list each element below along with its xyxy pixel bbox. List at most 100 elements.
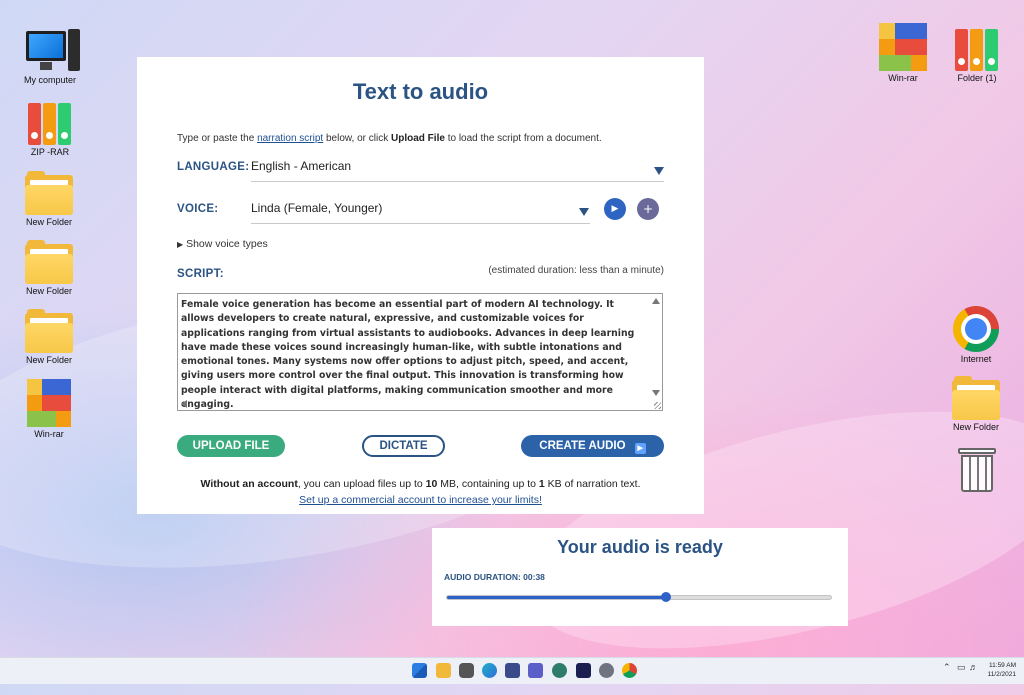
desktop-icon-new-folder[interactable]: New Folder — [14, 171, 84, 227]
folder-icon — [952, 376, 1000, 420]
desktop-icon-win-rar[interactable]: Win-rar — [868, 23, 938, 83]
resize-grip-icon[interactable] — [654, 402, 661, 409]
settings-icon[interactable] — [599, 663, 614, 678]
desktop-icon-folder-1[interactable]: Folder (1) — [942, 27, 1012, 83]
network-icon[interactable]: ▭ — [957, 662, 966, 673]
page-title: Text to audio — [352, 79, 489, 104]
audio-progress-knob[interactable] — [660, 592, 671, 602]
binders-icon — [955, 27, 999, 71]
binders-icon — [28, 101, 72, 145]
desktop-icon-new-folder[interactable]: New Folder — [941, 376, 1011, 432]
play-icon: ▶ — [634, 443, 646, 454]
desktop-icon-new-folder[interactable]: New Folder — [14, 309, 84, 365]
chrome-icon — [953, 306, 999, 352]
clock-time: 11:59 AM — [989, 662, 1016, 669]
store-icon[interactable] — [505, 663, 520, 678]
voice-label: VOICE: — [177, 203, 219, 215]
folder-icon — [25, 171, 73, 215]
language-select-value: English - American — [251, 159, 352, 173]
intro-text-part: below, or click — [323, 133, 392, 144]
clock[interactable]: 11:59 AM 11/2/2021 — [988, 661, 1016, 679]
audio-ready-panel: Your audio is ready AUDIO DURATION: 00:3… — [432, 528, 848, 626]
clock-date: 11/2/2021 — [987, 671, 1016, 678]
chevron-up-icon[interactable]: ⌃ — [943, 662, 951, 673]
desktop-icon-recycle-bin[interactable] — [942, 448, 1012, 492]
limits-text: , you can upload files up to — [297, 478, 426, 490]
folder-icon — [25, 240, 73, 284]
intro-text: Type or paste the narration script below… — [177, 133, 602, 144]
desktop-icon-win-rar[interactable]: Win-rar — [14, 379, 84, 439]
folder-icon — [25, 309, 73, 353]
vertical-scrollbar[interactable] — [650, 294, 662, 410]
voice-select-value: Linda (Female, Younger) — [251, 201, 383, 215]
desktop-icon-label: ZIP -RAR — [30, 147, 70, 157]
script-text: Female voice generation has become an es… — [181, 299, 635, 411]
app-icon[interactable] — [576, 663, 591, 678]
add-voice-button[interactable]: + — [637, 198, 659, 220]
create-audio-button[interactable]: CREATE AUDIO ▶ — [521, 435, 664, 457]
desktop-icon-label: New Folder — [25, 355, 72, 365]
winrar-icon — [27, 379, 71, 427]
desktop-icon-label: New Folder — [25, 217, 72, 227]
commercial-note: Set up a commercial account to increase … — [137, 494, 704, 506]
limits-text: MB, containing up to — [437, 478, 539, 490]
audio-ready-title: Your audio is ready — [557, 537, 723, 557]
language-select[interactable]: English - American — [251, 159, 664, 182]
audio-progress-slider[interactable] — [446, 592, 832, 602]
start-icon[interactable] — [412, 663, 427, 678]
desktop-icon-label: New Folder — [25, 286, 72, 296]
narration-script-link[interactable]: narration script — [257, 133, 323, 144]
limits-note: Without an account, you can upload files… — [137, 478, 704, 490]
dictate-button[interactable]: DICTATE — [362, 435, 445, 457]
scroll-up-icon[interactable] — [652, 298, 660, 304]
limits-text-bold: 10 — [425, 478, 438, 490]
intro-text-bold: Upload File — [391, 133, 445, 144]
intro-text-part: Type or paste the — [177, 133, 258, 144]
desktop-icon-label: Win-rar — [888, 73, 918, 83]
intro-text-part: to load the script from a document. — [444, 133, 602, 144]
desktop-icon-label: New Folder — [952, 422, 999, 432]
desktop-icon-zip-rar[interactable]: ZIP -RAR — [15, 101, 85, 157]
desktop-icon-my-computer[interactable]: My computer — [15, 29, 85, 85]
teams-icon[interactable] — [528, 663, 543, 678]
recycle-bin-icon — [958, 448, 996, 492]
desktop-icon-internet[interactable]: Internet — [941, 306, 1011, 364]
script-textarea[interactable]: Female voice generation has become an es… — [177, 293, 663, 411]
volume-icon[interactable]: ♬ — [969, 662, 978, 672]
camera-icon[interactable] — [459, 663, 474, 678]
desktop-icon-label: Folder (1) — [957, 73, 997, 83]
desktop-icon-new-folder[interactable]: New Folder — [14, 240, 84, 296]
chevron-down-icon[interactable] — [654, 167, 664, 175]
edge-icon[interactable] — [482, 663, 497, 678]
computer-icon — [26, 29, 80, 73]
file-explorer-icon[interactable] — [436, 663, 451, 678]
language-label: LANGUAGE: — [177, 161, 250, 173]
commercial-account-link[interactable]: Set up a commercial account to increase … — [299, 494, 542, 506]
triangle-right-icon: ▶ — [177, 240, 184, 249]
show-voice-types-toggle[interactable]: ▶ Show voice types — [177, 238, 268, 250]
maps-icon[interactable] — [552, 663, 567, 678]
winrar-icon — [879, 23, 927, 71]
plus-icon: + — [642, 202, 654, 216]
estimated-duration: (estimated duration: less than a minute) — [488, 265, 664, 276]
chevron-down-icon[interactable] — [579, 208, 589, 216]
scroll-down-icon[interactable] — [652, 390, 660, 396]
show-voice-types-label: Show voice types — [186, 238, 268, 250]
scroll-left-icon[interactable] — [181, 400, 187, 408]
create-audio-label: CREATE AUDIO — [539, 440, 626, 452]
upload-file-button[interactable]: UPLOAD FILE — [177, 435, 285, 457]
text-to-audio-panel: Text to audio Type or paste the narratio… — [137, 57, 704, 514]
desktop-icon-label: Win-rar — [34, 429, 64, 439]
voice-select[interactable]: Linda (Female, Younger) — [251, 201, 590, 224]
play-icon: ▶ — [611, 204, 619, 214]
script-label: SCRIPT: — [177, 268, 224, 280]
chrome-taskbar-icon[interactable] — [622, 663, 637, 678]
play-voice-button[interactable]: ▶ — [604, 198, 626, 220]
audio-progress-fill — [447, 596, 666, 599]
limits-text-bold: Without an account — [200, 478, 298, 490]
desktop-icon-label: Internet — [960, 354, 992, 364]
taskbar: ⌃ ▭ ♬ 11:59 AM 11/2/2021 — [0, 657, 1024, 684]
limits-text: KB of narration text. — [544, 478, 641, 490]
audio-duration: AUDIO DURATION: 00:38 — [444, 572, 545, 582]
desktop-icon-label: My computer — [23, 75, 76, 85]
